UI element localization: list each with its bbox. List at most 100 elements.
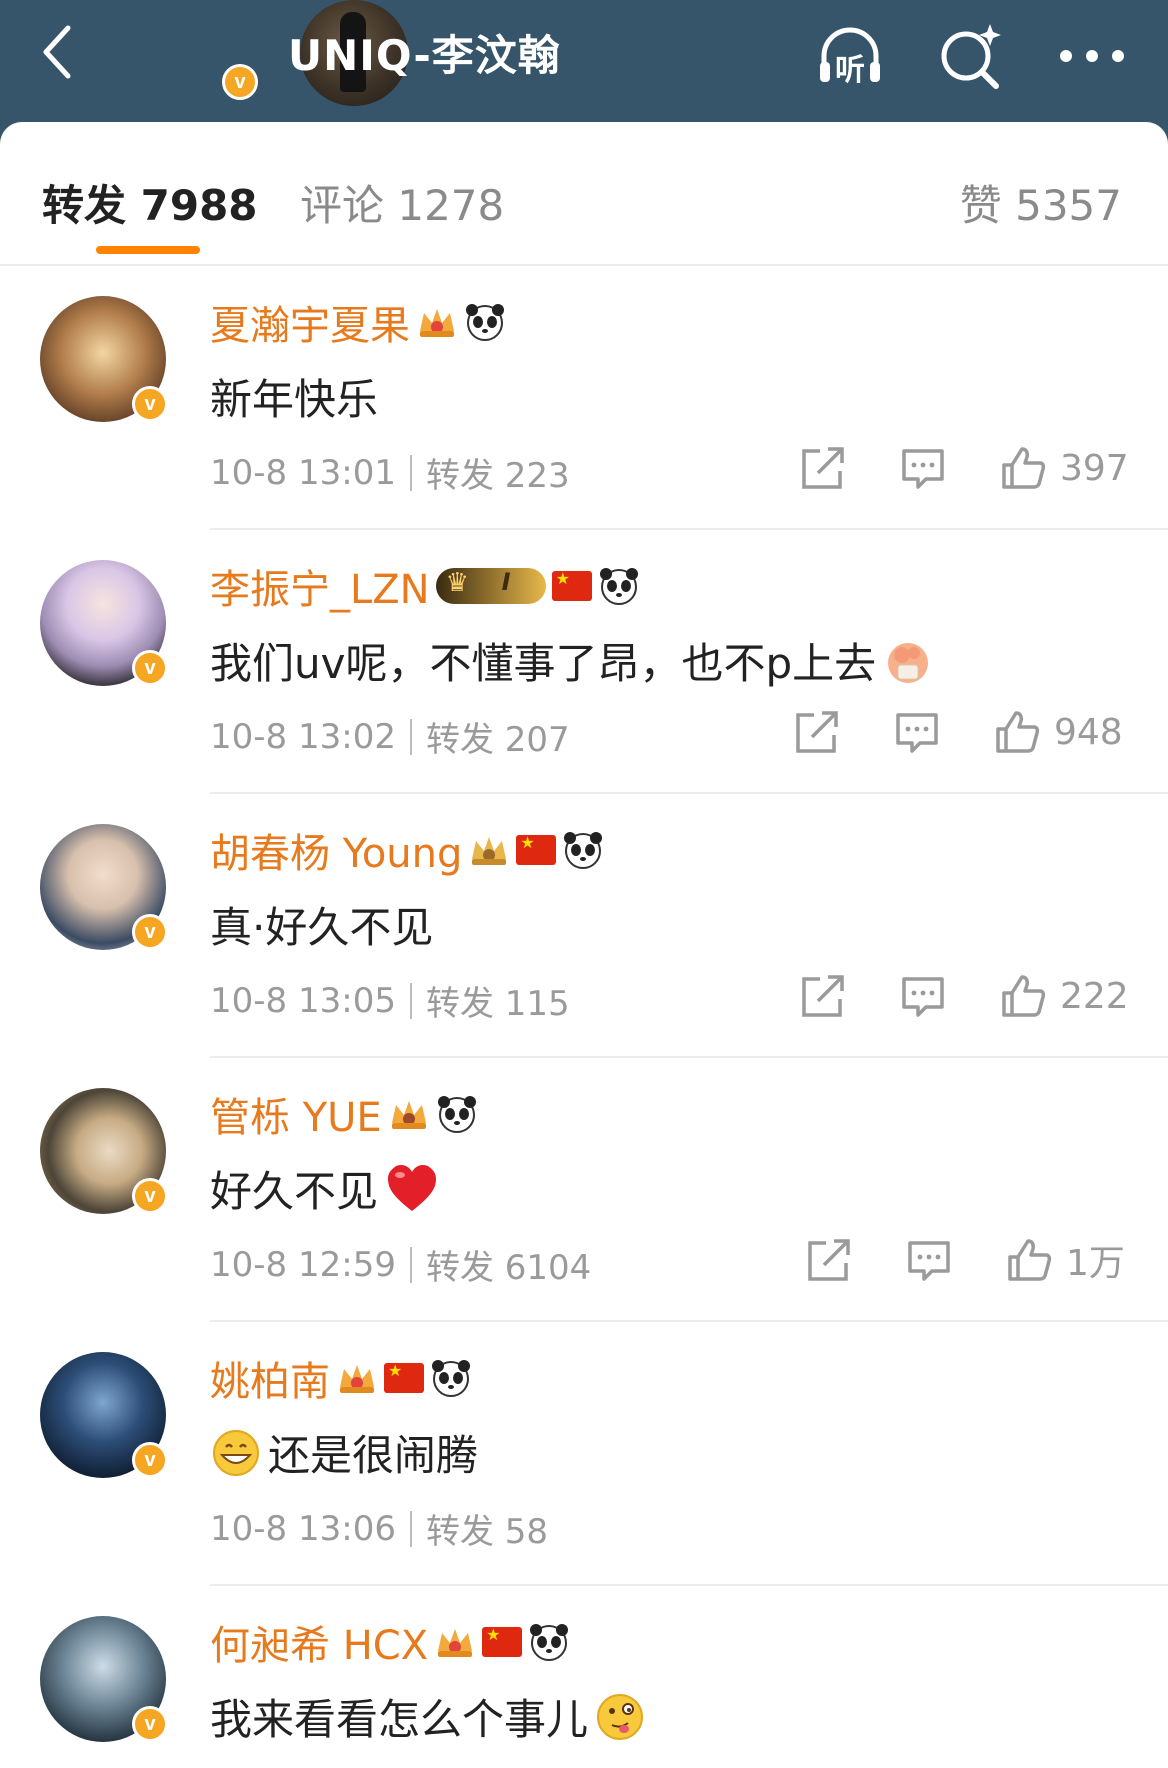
comment-text: 真·好久不见 (210, 903, 434, 952)
thumbs-up-icon (996, 711, 1040, 753)
back-arrow-icon (43, 25, 71, 79)
verified-badge-icon: v (132, 1178, 168, 1214)
thumbs-up-icon (1002, 975, 1046, 1017)
list-item[interactable]: v 管栎 YUE 好久不见 10-8 12:59 转发 6104 1万 (0, 1058, 1168, 1322)
grin-emoji-icon (213, 1429, 259, 1476)
list-item[interactable]: v 李振宁_LZN I 我们uv呢，不懂事了昂，也不p上去 10-8 13:02… (0, 530, 1168, 794)
timestamp: 10-8 13:05 (210, 980, 396, 1021)
comment-text: 还是很闹腾 (268, 1431, 479, 1480)
user-name[interactable]: 胡春杨 Young (210, 821, 462, 879)
share-button[interactable] (792, 702, 842, 762)
verified-badge-icon: v (132, 914, 168, 950)
like-button[interactable]: 397 (998, 438, 1129, 498)
comment-button[interactable] (898, 438, 948, 498)
comment-text: 好久不见 (210, 1167, 379, 1216)
share-button[interactable] (798, 438, 848, 498)
like-count: 948 (1054, 711, 1123, 753)
back-button[interactable] (30, 22, 90, 82)
thumbs-up-icon (1002, 447, 1046, 489)
vip-badge: I (435, 568, 546, 604)
repost-count: 转发 58 (425, 1512, 549, 1552)
crown-icon (472, 837, 507, 865)
comment-button[interactable] (898, 966, 948, 1026)
thumbs-up-icon (1008, 1239, 1052, 1281)
user-name[interactable]: 李振宁_LZN (210, 557, 430, 615)
flag-icon (482, 1625, 523, 1657)
share-icon (802, 975, 844, 1017)
comment-icon (908, 1241, 950, 1281)
flag-icon (384, 1361, 424, 1393)
like-button[interactable]: 1万 (1004, 1230, 1125, 1290)
verified-badge-icon: v (222, 64, 258, 100)
tab-comment[interactable]: 评论 1278 (300, 172, 504, 233)
avatar[interactable]: v (40, 560, 172, 692)
timestamp: 10-8 13:02 (210, 716, 396, 757)
verified-badge-icon: v (132, 386, 168, 422)
more-button[interactable] (1054, 18, 1130, 94)
comment-icon (902, 977, 944, 1017)
flag-icon (516, 833, 557, 865)
user-name[interactable]: 管栎 YUE (210, 1085, 382, 1143)
like-button[interactable]: 948 (992, 702, 1123, 762)
tab-repost[interactable]: 转发 7988 (42, 172, 258, 233)
listen-button[interactable]: 听 (812, 18, 888, 94)
avatar[interactable]: v (40, 1352, 172, 1484)
avatar[interactable]: v (40, 1616, 172, 1748)
tab-like[interactable]: 赞 5357 (960, 172, 1122, 233)
list-item[interactable]: v 胡春杨 Young 真·好久不见 10-8 13:05 转发 115 222 (0, 794, 1168, 1058)
share-button[interactable] (804, 1230, 854, 1290)
verified-badge-icon: v (132, 1706, 168, 1742)
tongue-emoji-icon (597, 1693, 644, 1740)
flag-icon (551, 569, 592, 601)
panda-icon (466, 304, 504, 341)
comment-icon (902, 449, 944, 489)
repost-count: 转发 223 (425, 456, 570, 496)
comment-button[interactable] (904, 1230, 954, 1290)
repost-count: 转发 6104 (425, 1248, 592, 1288)
verified-badge-icon: v (132, 1442, 168, 1478)
comments-panel: 转发 7988 评论 1278 赞 5357 v 夏瀚宇夏果 新年快乐 10-8… (0, 122, 1168, 1768)
shy-emoji-icon (888, 642, 929, 683)
more-icon (1060, 50, 1124, 62)
avatar[interactable]: v (40, 824, 172, 956)
repost-count: 转发 207 (425, 720, 570, 760)
page-title: UNIQ-李汶翰 (288, 31, 561, 80)
list-item[interactable]: v 何昶希 HCX 我来看看怎么个事儿 (0, 1586, 1168, 1768)
user-name[interactable]: 夏瀚宇夏果 (210, 293, 410, 351)
list-item[interactable]: v 姚柏南 还是很闹腾 10-8 13:06 转发 58 (0, 1322, 1168, 1586)
headphones-icon: 听 (820, 27, 880, 88)
panda-icon (564, 832, 603, 869)
comment-text: 我来看看怎么个事儿 (210, 1695, 589, 1744)
like-count: 397 (1060, 447, 1129, 489)
like-count: 1万 (1066, 1243, 1125, 1284)
comment-icon (896, 713, 938, 753)
search-sparkle-icon (941, 24, 1001, 89)
timestamp: 10-8 13:06 (210, 1508, 396, 1549)
listen-label: 听 (835, 53, 865, 88)
search-button[interactable] (932, 18, 1008, 94)
share-icon (802, 447, 844, 489)
share-icon (796, 711, 838, 753)
active-tab-indicator (96, 246, 200, 254)
crown-icon (340, 1365, 374, 1393)
share-button[interactable] (798, 966, 848, 1026)
crown-icon (391, 1101, 426, 1129)
like-button[interactable]: 222 (998, 966, 1129, 1026)
share-icon (808, 1239, 850, 1281)
comment-button[interactable] (892, 702, 942, 762)
timestamp: 10-8 12:59 (210, 1244, 396, 1285)
avatar[interactable]: v (40, 1088, 172, 1220)
crown-icon (420, 309, 454, 337)
comment-text: 新年快乐 (210, 375, 379, 424)
verified-badge-icon: v (132, 650, 168, 686)
profile-avatar[interactable]: v (150, 0, 408, 110)
comment-text: 我们uv呢，不懂事了昂，也不p上去 (210, 639, 877, 688)
list-item[interactable]: v 夏瀚宇夏果 新年快乐 10-8 13:01 转发 223 397 (0, 266, 1168, 530)
user-name[interactable]: 何昶希 HCX (210, 1613, 428, 1671)
panda-icon (437, 1096, 476, 1133)
crown-icon (438, 1629, 473, 1657)
avatar[interactable]: v (40, 296, 172, 428)
panda-icon (599, 568, 638, 605)
panda-icon (432, 1360, 470, 1397)
user-name[interactable]: 姚柏南 (210, 1349, 330, 1407)
